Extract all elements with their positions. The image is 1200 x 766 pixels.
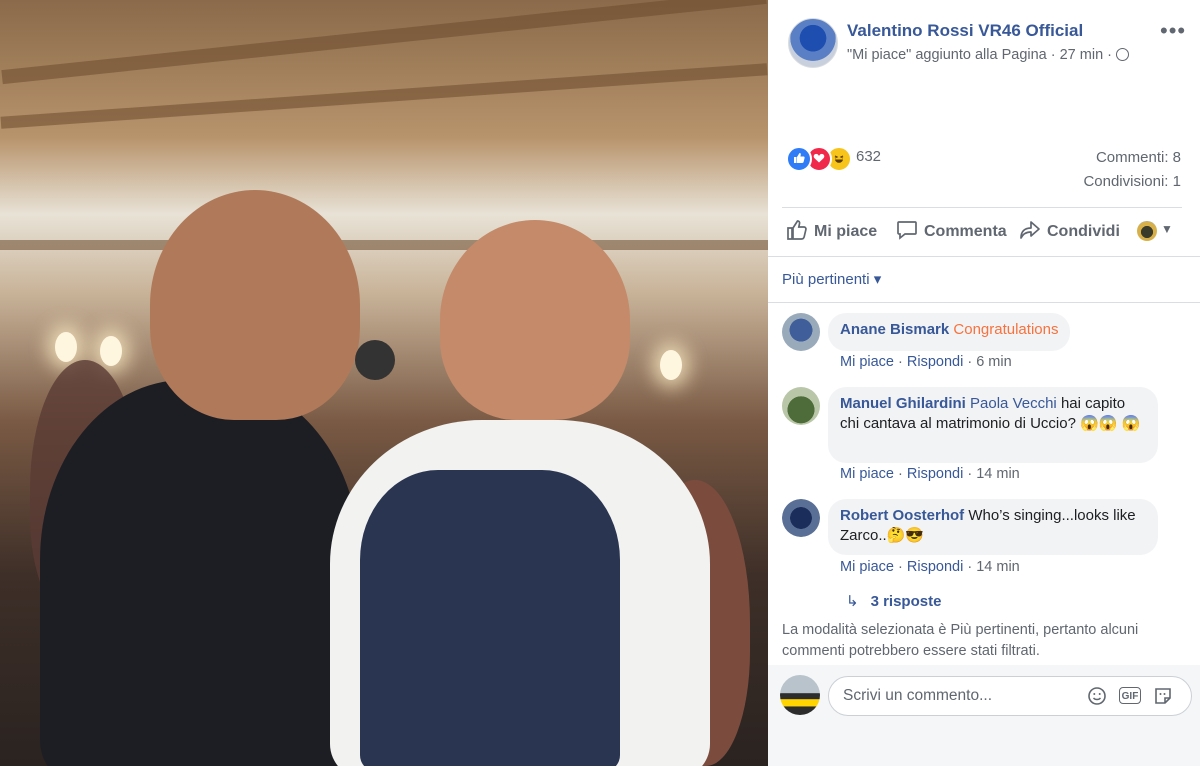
comment-reply-link[interactable]: Rispondi <box>907 466 963 482</box>
reaction-count[interactable]: 632 <box>856 148 881 165</box>
comment-filter-dropdown[interactable]: Più pertinenti ▾ <box>782 270 881 288</box>
comment-meta: Mi piace · Rispondi · 14 min <box>840 466 1020 482</box>
share-button[interactable]: Condividi <box>1019 219 1120 245</box>
emoji-icon[interactable] <box>1087 686 1107 706</box>
gif-icon[interactable]: GIF <box>1119 687 1141 704</box>
divider <box>782 207 1182 208</box>
post-panel: Valentino Rossi VR46 Official "Mi piace"… <box>768 0 1200 766</box>
like-button[interactable]: Mi piace <box>786 219 877 245</box>
filter-note: La modalità selezionata è Più pertinenti… <box>782 622 1139 659</box>
comment-input-placeholder: Scrivi un commento... <box>843 687 993 704</box>
current-user-avatar[interactable] <box>780 675 820 715</box>
comment-button-label: Commenta <box>924 223 1007 240</box>
thumbs-up-icon <box>787 220 807 240</box>
sticker-icon[interactable] <box>1153 686 1173 706</box>
comment-author[interactable]: Robert Oosterhof <box>840 507 964 524</box>
comment-author[interactable]: Manuel Ghilardini <box>840 395 966 412</box>
comment-like-link[interactable]: Mi piace <box>840 466 894 482</box>
comment-bubble: Manuel Ghilardini Paola Vecchi hai capit… <box>828 387 1158 463</box>
like-button-label: Mi piace <box>814 223 878 240</box>
singer-right-vest <box>360 470 620 766</box>
singer-left <box>40 380 360 766</box>
comment-text: Congratulations <box>953 321 1059 338</box>
comment-mention[interactable]: Paola Vecchi <box>970 395 1057 412</box>
comment-like-link[interactable]: Mi piace <box>840 354 894 370</box>
lamp <box>660 350 682 380</box>
view-replies-link[interactable]: ↳ 3 risposte <box>846 592 941 610</box>
ceiling-beam <box>0 63 768 129</box>
page-name[interactable]: Valentino Rossi VR46 Official <box>847 21 1083 41</box>
comment-input[interactable]: Scrivi un commento... GIF <box>828 676 1192 716</box>
commenter-avatar[interactable] <box>782 387 820 425</box>
singer-right-head <box>440 220 630 420</box>
reaction-identity-avatar[interactable] <box>1137 221 1157 241</box>
comment-icon <box>897 221 917 240</box>
post-subtitle-text: "Mi piace" aggiunto alla Pagina · 27 min… <box>847 47 1112 63</box>
comment-meta: Mi piace · Rispondi · 14 min <box>840 559 1020 575</box>
commenter-avatar[interactable] <box>782 313 820 351</box>
comment-meta: Mi piace · Rispondi · 6 min <box>840 354 1012 370</box>
post-subtitle: "Mi piace" aggiunto alla Pagina · 27 min… <box>847 47 1129 63</box>
comment-bubble: Anane Bismark Congratulations <box>828 313 1071 351</box>
divider <box>768 256 1200 257</box>
comment-time[interactable]: 14 min <box>976 466 1020 482</box>
lamp <box>55 332 77 362</box>
commenter-avatar[interactable] <box>782 499 820 537</box>
reply-arrow-icon: ↳ <box>846 593 859 610</box>
comment-author[interactable]: Anane Bismark <box>840 321 949 338</box>
view-replies-label: 3 risposte <box>870 593 942 610</box>
post-photo[interactable] <box>0 0 768 766</box>
divider <box>768 302 1200 303</box>
share-icon <box>1020 221 1040 239</box>
comment-button[interactable]: Commenta <box>896 219 1007 245</box>
chevron-down-icon[interactable]: ▼ <box>1161 222 1173 236</box>
comment-time[interactable]: 6 min <box>976 354 1011 370</box>
share-button-label: Condividi <box>1047 223 1120 240</box>
comment-bubble: Robert Oosterhof Who’s singing...looks l… <box>828 499 1158 555</box>
like-icon <box>786 146 812 172</box>
page-avatar[interactable] <box>788 18 838 68</box>
ceiling-beam <box>0 240 768 250</box>
more-options-button[interactable]: ••• <box>1160 18 1186 44</box>
microphone <box>355 340 395 380</box>
globe-icon <box>1116 48 1129 61</box>
shares-count[interactable]: Condivisioni: 1 <box>1083 173 1181 190</box>
lamp <box>100 336 122 366</box>
comment-reply-link[interactable]: Rispondi <box>907 559 963 575</box>
comment-like-link[interactable]: Mi piace <box>840 559 894 575</box>
comments-count[interactable]: Commenti: 8 <box>1096 149 1181 166</box>
comment-time[interactable]: 14 min <box>976 559 1020 575</box>
comment-reply-link[interactable]: Rispondi <box>907 354 963 370</box>
singer-left-head <box>150 190 360 420</box>
